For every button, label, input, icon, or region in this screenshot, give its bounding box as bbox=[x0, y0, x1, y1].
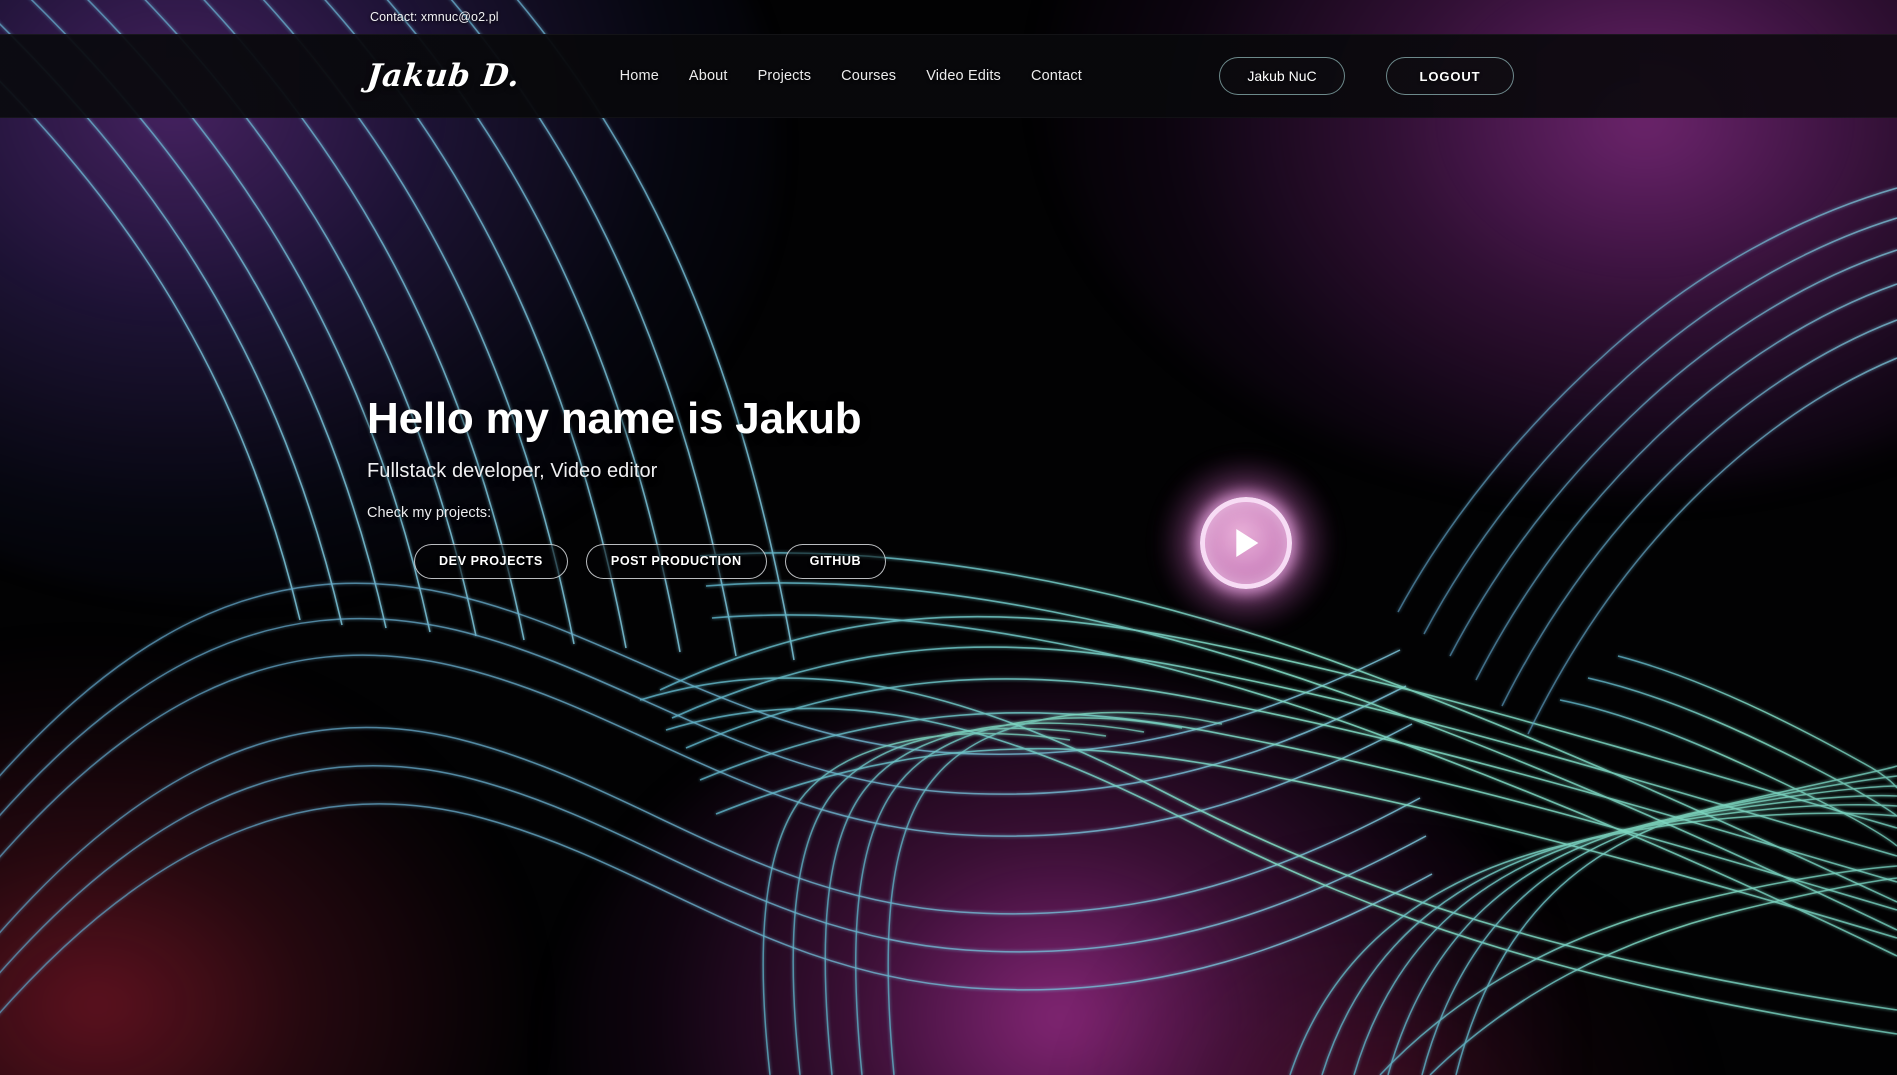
logout-button[interactable]: LOGOUT bbox=[1386, 57, 1514, 95]
post-production-button[interactable]: POST PRODUCTION bbox=[585, 543, 767, 579]
glow-bottom-right bbox=[1077, 855, 1697, 1075]
site-logo[interactable]: Jakub D. bbox=[365, 58, 521, 94]
play-triangle-icon bbox=[1236, 529, 1259, 557]
glow-bottom-left bbox=[0, 655, 520, 1075]
hero-subtitle: Fullstack developer, Video editor bbox=[367, 459, 658, 482]
nav-item-about[interactable]: About bbox=[689, 68, 728, 84]
contact-email-text: Contact: xmnuc@o2.pl bbox=[370, 10, 499, 24]
hero-section: Hello my name is Jakub Fullstack develop… bbox=[367, 395, 1187, 579]
play-button-ring bbox=[1200, 497, 1292, 589]
hero-prompt-text: Check my projects: bbox=[367, 504, 492, 521]
hero-cta-group: DEV PROJECTS POST PRODUCTION GITHUB bbox=[414, 543, 1187, 579]
contact-strip: Contact: xmnuc@o2.pl bbox=[0, 0, 1897, 34]
primary-navigation: Home About Projects Courses Video Edits … bbox=[620, 68, 1082, 84]
nav-item-home[interactable]: Home bbox=[620, 68, 659, 84]
nav-item-video-edits[interactable]: Video Edits bbox=[926, 68, 1001, 84]
play-video-button[interactable] bbox=[1156, 453, 1336, 633]
nav-item-contact[interactable]: Contact bbox=[1031, 68, 1082, 84]
hero-title: Hello my name is Jakub bbox=[367, 394, 862, 443]
header-actions: Jakub NuC LOGOUT bbox=[1219, 57, 1514, 95]
github-button[interactable]: GITHUB bbox=[784, 543, 887, 579]
page-root: Contact: xmnuc@o2.pl Jakub D. Home About… bbox=[0, 0, 1897, 1075]
dev-projects-button[interactable]: DEV PROJECTS bbox=[414, 543, 568, 579]
user-account-button[interactable]: Jakub NuC bbox=[1219, 57, 1345, 95]
site-header: Jakub D. Home About Projects Courses Vid… bbox=[0, 34, 1897, 118]
glow-bottom-center bbox=[560, 675, 1560, 1075]
nav-item-courses[interactable]: Courses bbox=[841, 68, 896, 84]
nav-item-projects[interactable]: Projects bbox=[758, 68, 812, 84]
